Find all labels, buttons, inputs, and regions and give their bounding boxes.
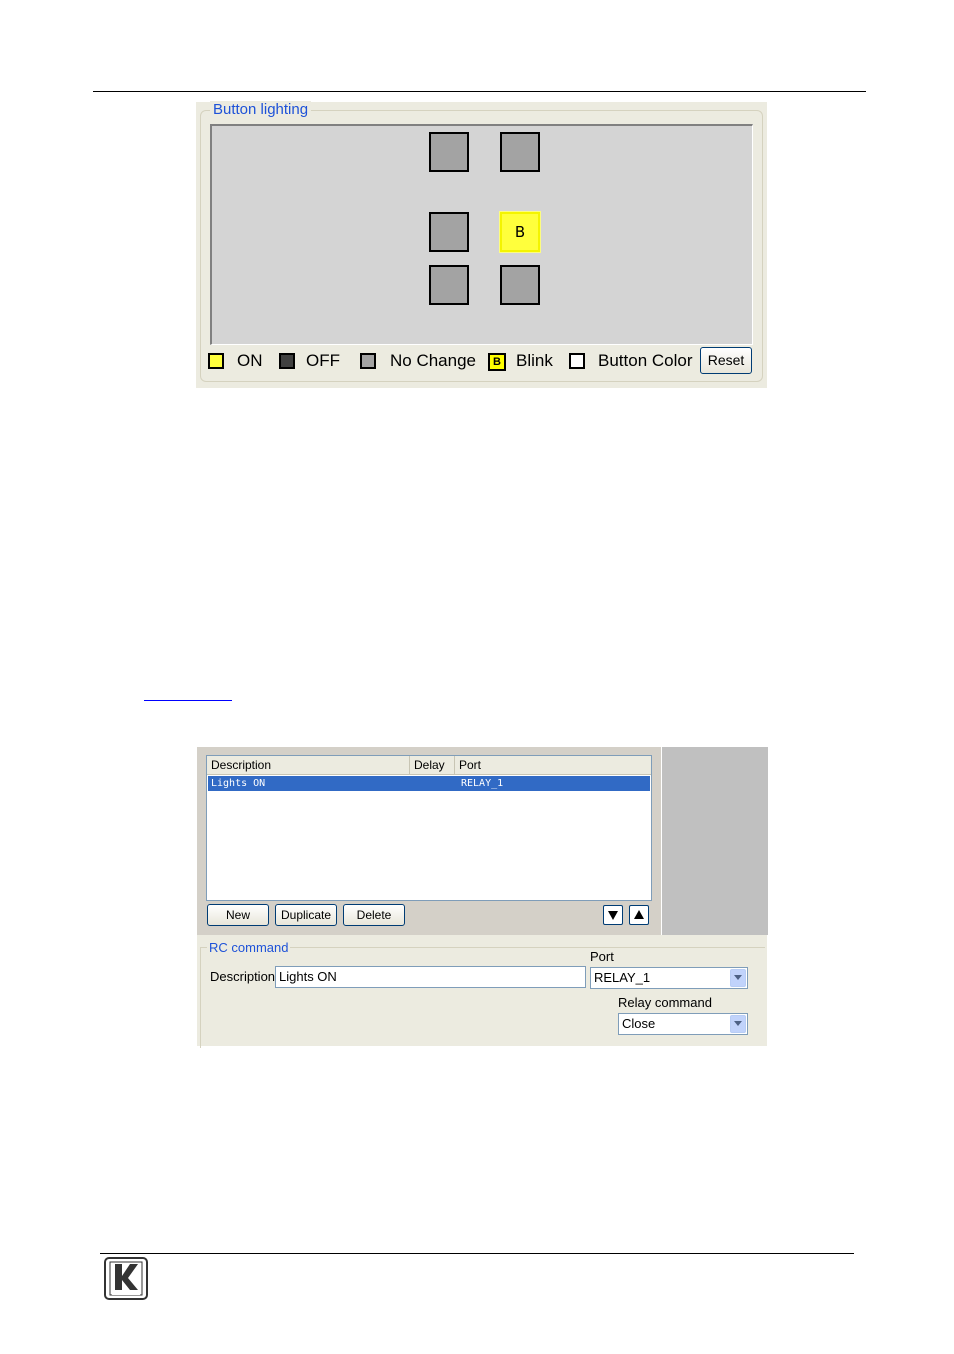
command-list-header: Description Delay Port: [207, 756, 651, 775]
no-change-label: No Change: [390, 351, 477, 370]
port-select-value: RELAY_1: [594, 970, 651, 985]
button-lighting-title: Button lighting: [210, 101, 312, 118]
kramer-logo-mark: [109, 1261, 143, 1296]
move-up-button[interactable]: [629, 905, 649, 925]
panel-button-4-blink[interactable]: B: [499, 211, 541, 253]
port-label: Port: [590, 949, 614, 964]
column-port[interactable]: Port: [455, 756, 651, 774]
panel-button-6[interactable]: [500, 265, 540, 305]
button-color-swatch[interactable]: [569, 353, 585, 369]
off-label: OFF: [306, 351, 340, 370]
header-rule: [93, 91, 866, 92]
button-lighting-panel: Button lighting B ON OFF No Change B Bli…: [196, 101, 767, 388]
relay-command-select[interactable]: Close: [618, 1013, 748, 1035]
move-down-button[interactable]: [603, 905, 623, 925]
blink-label: Blink: [516, 351, 553, 370]
delete-button[interactable]: Delete: [343, 904, 405, 926]
triangle-up-icon: [634, 910, 644, 919]
command-list-area: Description Delay Port Lights ON RELAY_1…: [197, 747, 661, 935]
panel-button-3[interactable]: [429, 212, 469, 252]
row-port: RELAY_1: [461, 778, 504, 789]
chevron-down-icon[interactable]: [730, 969, 746, 987]
command-list-side-area: [661, 747, 768, 935]
port-select[interactable]: RELAY_1: [590, 967, 748, 989]
reset-button[interactable]: Reset: [700, 347, 752, 374]
row-description: Lights ON: [211, 778, 266, 789]
blink-swatch[interactable]: B: [488, 353, 506, 371]
on-label: ON: [237, 351, 263, 370]
panel-button-5[interactable]: [429, 265, 469, 305]
panel-button-2[interactable]: [500, 132, 540, 172]
link[interactable]: [144, 686, 232, 701]
on-swatch[interactable]: [208, 353, 224, 369]
column-description[interactable]: Description: [207, 756, 410, 774]
rc-command-panel: Description Delay Port Lights ON RELAY_1…: [197, 747, 768, 1048]
footer-rule: [100, 1253, 854, 1254]
relay-command-value: Close: [622, 1016, 656, 1031]
no-change-swatch[interactable]: [360, 353, 376, 369]
chevron-down-icon[interactable]: [730, 1015, 746, 1033]
list-item[interactable]: Lights ON RELAY_1: [208, 776, 650, 791]
command-list[interactable]: Description Delay Port Lights ON RELAY_1: [206, 755, 652, 901]
column-delay[interactable]: Delay: [410, 756, 455, 774]
rc-command-title: RC command: [207, 940, 291, 955]
description-label: Description: [210, 969, 276, 984]
new-button[interactable]: New: [207, 904, 269, 926]
lighting-legend: ON OFF No Change B Blink Button Color Re…: [208, 347, 753, 374]
triangle-down-icon: [608, 911, 618, 920]
relay-command-label: Relay command: [618, 995, 712, 1010]
panel-button-1[interactable]: [429, 132, 469, 172]
button-color-label: Button Color: [598, 351, 693, 370]
kramer-logo: [104, 1257, 148, 1300]
off-swatch[interactable]: [279, 353, 295, 369]
description-field[interactable]: Lights ON: [275, 966, 586, 988]
duplicate-button[interactable]: Duplicate: [275, 904, 337, 926]
button-layout-canvas: B: [210, 124, 753, 345]
